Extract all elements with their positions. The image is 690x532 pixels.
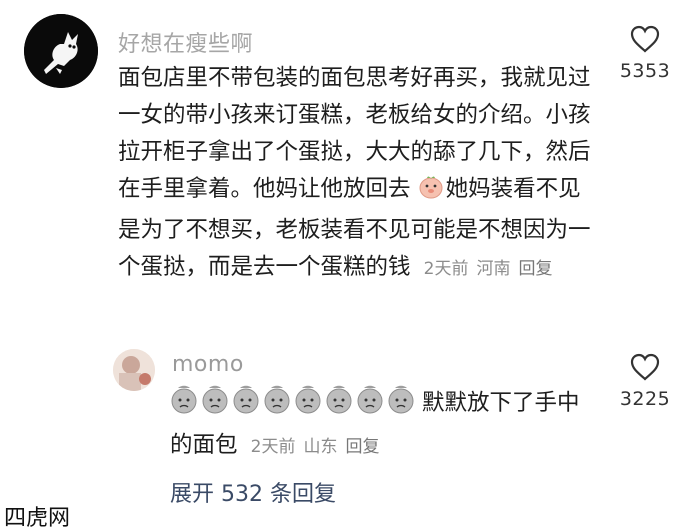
like-count: 5353 (619, 60, 671, 82)
sad-emoji-group (170, 385, 422, 427)
heart-outline-icon (630, 353, 660, 381)
avatar[interactable] (113, 349, 155, 391)
comment-location: 河南 (476, 259, 511, 279)
pig-face-emoji (418, 174, 444, 212)
watermark: 四虎网 (4, 506, 71, 531)
comment-body: 面包店里不带包装的面包思考好再买，我就见过一女的带小孩来订蛋糕，老板给女的介绍。… (118, 60, 593, 288)
comment-time: 2天前 (423, 259, 469, 279)
photo-avatar-icon (113, 349, 155, 391)
reply-button[interactable]: 回复 (519, 259, 553, 279)
cat-avatar-icon (24, 14, 98, 88)
heart-outline-icon (630, 25, 660, 53)
comment-username[interactable]: momo (172, 352, 244, 377)
comment-time: 2天前 (250, 437, 296, 457)
comment-body: 默默放下了手中的面包 2天前 山东 回复 (170, 385, 590, 466)
comment-username[interactable]: 好想在瘦些啊 (118, 26, 253, 58)
like-button[interactable]: 5353 (605, 24, 685, 82)
avatar[interactable] (24, 14, 98, 88)
like-count: 3225 (619, 388, 671, 410)
comment-meta: 2天前 河南 回复 (424, 259, 561, 279)
comment-meta: 2天前 山东 回复 (251, 437, 388, 457)
like-button[interactable]: 3225 (605, 352, 685, 410)
sad-face-emoji (171, 385, 414, 414)
comment-location: 山东 (303, 437, 338, 457)
expand-replies-button[interactable]: 展开 532 条回复 (170, 476, 336, 508)
reply-button[interactable]: 回复 (346, 437, 380, 457)
